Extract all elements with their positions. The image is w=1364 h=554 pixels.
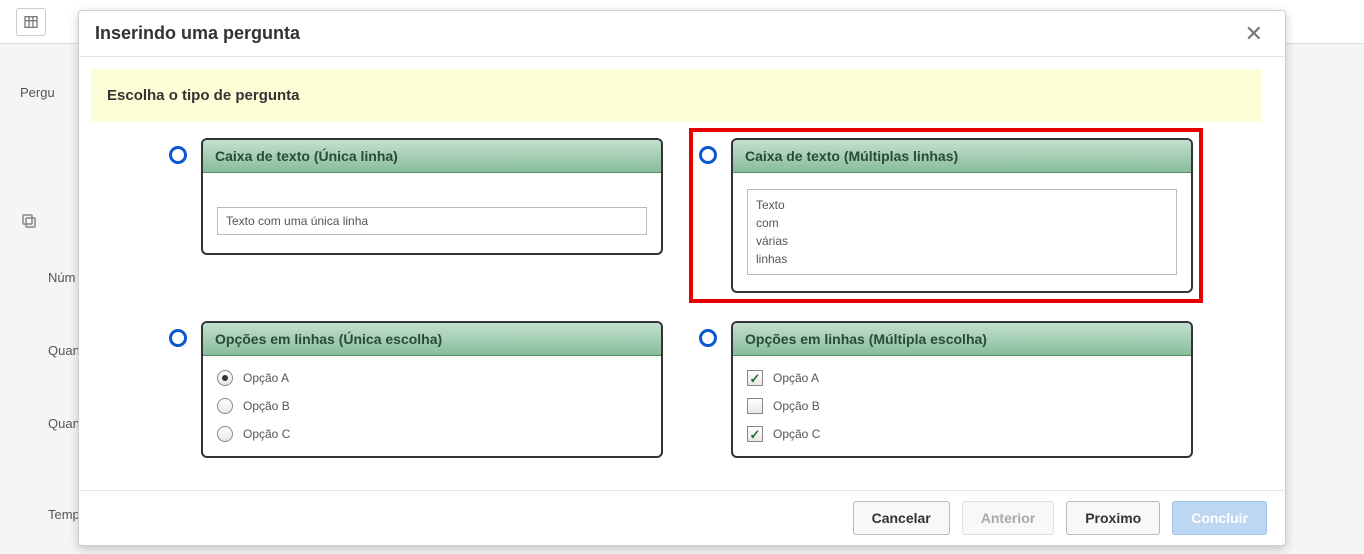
option-card: Caixa de texto (Múltiplas linhas) Texto … [731,138,1193,293]
option-multi-line[interactable]: Caixa de texto (Múltiplas linhas) Texto … [689,128,1203,303]
option-card: Opções em linhas (Única escolha) Opção A… [201,321,663,458]
option-label: Opção B [773,399,820,413]
bg-label: Quan [48,416,80,431]
finish-button[interactable]: Concluir [1172,501,1267,535]
bg-label: Núm [48,270,75,285]
checkbox-unchecked-icon [747,398,763,414]
radio-unchecked-icon [217,426,233,442]
option-label: Opção B [243,399,290,413]
sample-textarea: Texto com várias linhas [747,189,1177,275]
bg-label: Pergu [20,85,55,100]
checkbox-checked-icon [747,426,763,442]
radio-icon[interactable] [699,329,717,347]
option-label: Opção C [243,427,290,441]
close-icon[interactable]: ✕ [1239,21,1269,47]
card-header: Caixa de texto (Múltiplas linhas) [733,140,1191,173]
sample-option-row: Opção A [217,364,647,392]
sample-option-row: Opção B [217,392,647,420]
background-labels: Pergu [20,85,55,158]
option-card: Caixa de texto (Única linha) [201,138,663,255]
dialog-footer: Cancelar Anterior Proximo Concluir [79,490,1285,545]
option-card: Opções em linhas (Múltipla escolha) Opçã… [731,321,1193,458]
option-label: Opção A [243,371,289,385]
card-header: Opções em linhas (Única escolha) [203,323,661,356]
sample-option-row: Opção C [747,420,1177,448]
sample-option-row: Opção B [747,392,1177,420]
radio-icon[interactable] [699,146,717,164]
radio-icon[interactable] [169,329,187,347]
sample-input [217,207,647,235]
card-body [203,173,661,253]
card-body: Opção A Opção B Opção C [203,356,661,456]
option-label: Opção C [773,427,820,441]
dialog-body: Escolha o tipo de pergunta Caixa de text… [79,57,1285,490]
table-icon [16,8,46,36]
card-body: Opção A Opção B Opção C [733,356,1191,456]
instruction-banner: Escolha o tipo de pergunta [91,69,1261,122]
copy-icon [20,212,38,233]
cancel-button[interactable]: Cancelar [853,501,950,535]
option-single-choice[interactable]: Opções em linhas (Única escolha) Opção A… [169,321,663,458]
sample-option-row: Opção C [217,420,647,448]
next-button[interactable]: Proximo [1066,501,1160,535]
card-header: Caixa de texto (Única linha) [203,140,661,173]
insert-question-dialog: Inserindo uma pergunta ✕ Escolha o tipo … [78,10,1286,546]
dialog-header: Inserindo uma pergunta ✕ [79,11,1285,57]
checkbox-checked-icon [747,370,763,386]
option-multi-choice[interactable]: Opções em linhas (Múltipla escolha) Opçã… [699,321,1193,458]
sample-option-row: Opção A [747,364,1177,392]
bg-label: Quan [48,343,80,358]
option-single-line[interactable]: Caixa de texto (Única linha) [169,138,663,293]
card-body: Texto com várias linhas [733,173,1191,291]
dialog-title: Inserindo uma pergunta [95,23,300,44]
radio-unchecked-icon [217,398,233,414]
previous-button[interactable]: Anterior [962,501,1054,535]
card-header: Opções em linhas (Múltipla escolha) [733,323,1191,356]
bg-label: Temp [48,507,80,522]
question-type-grid: Caixa de texto (Única linha) Caixa de te… [91,138,1261,478]
option-label: Opção A [773,371,819,385]
radio-checked-icon [217,370,233,386]
radio-icon[interactable] [169,146,187,164]
